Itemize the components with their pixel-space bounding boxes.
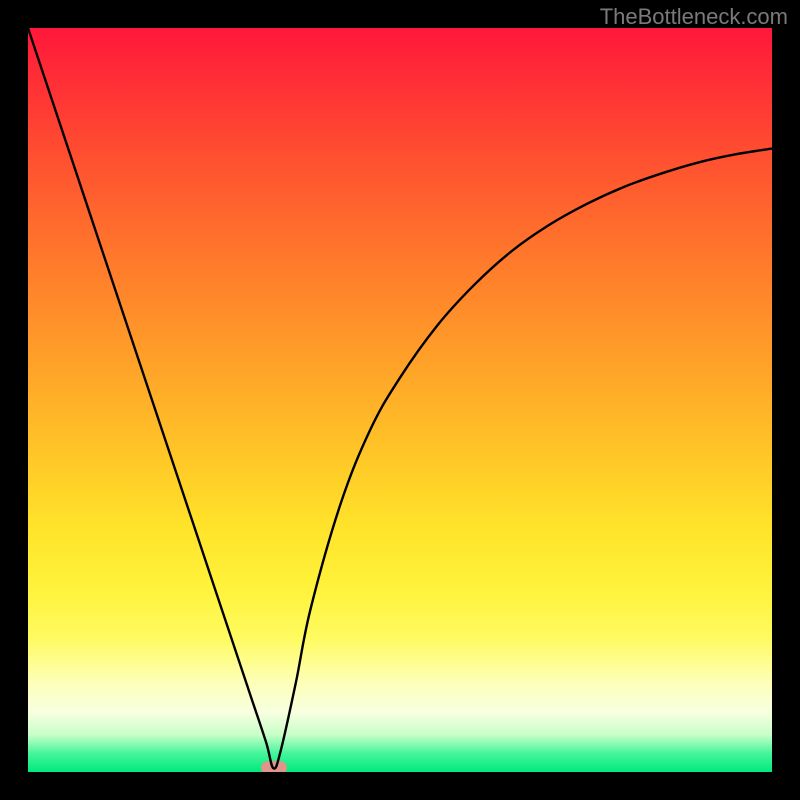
watermark-text: TheBottleneck.com bbox=[600, 4, 788, 30]
chart-plot-area bbox=[28, 28, 772, 772]
chart-curve-svg bbox=[28, 28, 772, 772]
chart-curve bbox=[28, 28, 772, 769]
